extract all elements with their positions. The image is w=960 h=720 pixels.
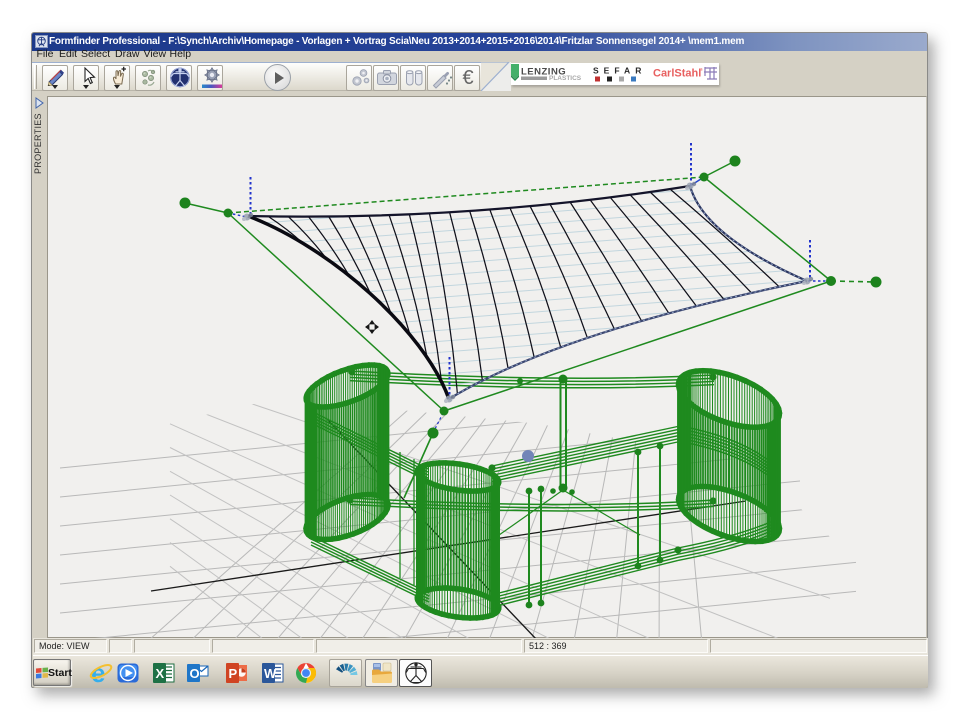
svg-text:CarlStahl: CarlStahl bbox=[653, 68, 701, 80]
svg-text:P: P bbox=[229, 666, 238, 681]
svg-text:SEFAR: SEFAR bbox=[593, 66, 646, 76]
svg-text:®: ® bbox=[700, 67, 703, 72]
svg-text:O: O bbox=[190, 666, 200, 681]
svg-text:X: X bbox=[156, 666, 165, 681]
svg-text:W: W bbox=[264, 666, 277, 681]
svg-text:PLASTICS: PLASTICS bbox=[549, 75, 582, 82]
